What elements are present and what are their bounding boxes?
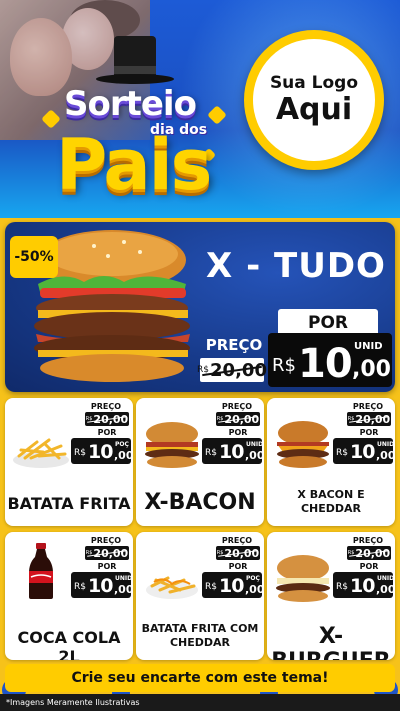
burger-image — [145, 422, 199, 468]
unit: UNID — [115, 575, 133, 582]
old-price: R$ 20,00 — [216, 412, 260, 426]
product-name: BATATA FRITA — [7, 494, 131, 513]
preco-label: PREÇO — [352, 536, 384, 545]
logo-line1: Sua Logo — [269, 73, 359, 93]
new-price: R$ 10 UNID ,00 — [333, 438, 395, 464]
price-cents: ,00 — [114, 449, 133, 462]
fries-cheddar-image — [146, 576, 198, 599]
promo-title: Sorteio — [64, 84, 197, 124]
price-int: 10 — [350, 575, 375, 597]
currency: R$ — [336, 582, 348, 592]
new-price: R$ 10 POÇ ,00 — [202, 572, 264, 598]
price-int: 10 — [88, 441, 113, 463]
preco-label: PREÇO — [352, 402, 384, 411]
currency: R$ — [336, 448, 348, 458]
price-int: 10 — [350, 441, 375, 463]
por-label: POR — [359, 562, 379, 571]
hero-preco-label: PREÇO — [205, 336, 263, 354]
por-label: POR — [359, 428, 379, 437]
por-label: POR — [97, 428, 117, 437]
old-price: R$ 20,00 — [347, 546, 391, 560]
logo-line2: Aqui — [275, 92, 353, 127]
unit: UNID — [246, 441, 264, 448]
logo-placeholder: Sua Logo Aqui — [244, 30, 384, 170]
hero-price-int: 10 — [298, 341, 353, 387]
product-name: X-BURGUER — [271, 624, 390, 660]
hero-product-name: X - TUDO — [206, 246, 386, 286]
promo-title-main: Pais — [56, 124, 212, 206]
preco-label: PREÇO — [221, 402, 253, 411]
currency: R$ — [205, 448, 217, 458]
father-face — [10, 18, 72, 96]
unit: UNID — [377, 575, 395, 582]
product-card: PREÇO R$ 20,00 POR R$ 10 UNID ,00 COCA C… — [5, 532, 133, 660]
preco-label: PREÇO — [90, 402, 122, 411]
cta-banner[interactable]: Crie seu encarte com este tema! — [5, 664, 395, 692]
unit: UNID — [377, 441, 395, 448]
product-card: PREÇO R$ 20,00 POR R$ 10 POÇ ,00 BATATA … — [136, 532, 264, 660]
price-cents: ,00 — [376, 449, 395, 462]
new-price: R$ 10 POÇ ,00 — [71, 438, 133, 464]
currency: R$ — [74, 582, 86, 592]
old-price: R$ 20,00 — [216, 546, 260, 560]
hero-unit: UNID — [354, 341, 383, 352]
new-price: R$ 10 UNID ,00 — [333, 572, 395, 598]
price-cents: ,00 — [376, 583, 395, 596]
burger-image — [277, 421, 329, 468]
price-cents: ,00 — [114, 583, 133, 596]
product-name: BATATA FRITA COM CHEDDAR — [141, 622, 259, 649]
preco-label: PREÇO — [221, 536, 253, 545]
product-name: X-BACON — [144, 490, 256, 515]
unit: POÇ — [246, 575, 260, 582]
por-label: POR — [228, 428, 248, 437]
currency: R$ — [74, 448, 86, 458]
old-price: R$ 20,00 — [85, 412, 129, 426]
product-name: X BACON E CHEDDAR — [297, 488, 365, 515]
price-cents: ,00 — [245, 583, 264, 596]
old-price: R$ 20,00 — [347, 412, 391, 426]
product-card: PREÇO R$ 20,00 POR R$ 10 UNID ,00 X BACO… — [267, 398, 395, 526]
disclaimer-text: *Imagens Meramente Ilustrativas — [0, 694, 400, 711]
por-label: POR — [97, 562, 117, 571]
price-int: 10 — [219, 575, 244, 597]
price-int: 10 — [219, 441, 244, 463]
hero-currency: R$ — [272, 355, 296, 376]
header-banner: Sorteio dia dos Pais Sua Logo Aqui — [0, 0, 400, 218]
new-price: R$ 10 UNID ,00 — [202, 438, 264, 464]
hero-price-cents: ,00 — [352, 357, 391, 382]
product-card: PREÇO R$ 20,00 POR R$ 10 UNID ,00 X-BURG… — [267, 532, 395, 660]
burger-image — [276, 555, 330, 602]
unit: POÇ — [115, 441, 129, 448]
fries-image — [13, 438, 69, 468]
product-name: COCA COLA 2L — [17, 628, 121, 660]
por-label: POR — [228, 562, 248, 571]
product-card: PREÇO R$ 20,00 POR R$ 10 UNID ,00 X-BACO… — [136, 398, 264, 526]
soda-bottle-image — [29, 543, 53, 599]
product-card: PREÇO R$ 20,00 POR R$ 10 POÇ ,00 BATATA … — [5, 398, 133, 526]
price-cents: ,00 — [245, 449, 264, 462]
currency: R$ — [205, 582, 217, 592]
hero-price: R$ 10 UNID ,00 — [268, 333, 392, 387]
old-price: R$ 20,00 — [85, 546, 129, 560]
new-price: R$ 10 UNID ,00 — [71, 572, 133, 598]
hero-old-price: R$ 20,00 — [197, 358, 267, 382]
discount-badge: -50% — [10, 236, 58, 278]
price-int: 10 — [88, 575, 113, 597]
preco-label: PREÇO — [90, 536, 122, 545]
